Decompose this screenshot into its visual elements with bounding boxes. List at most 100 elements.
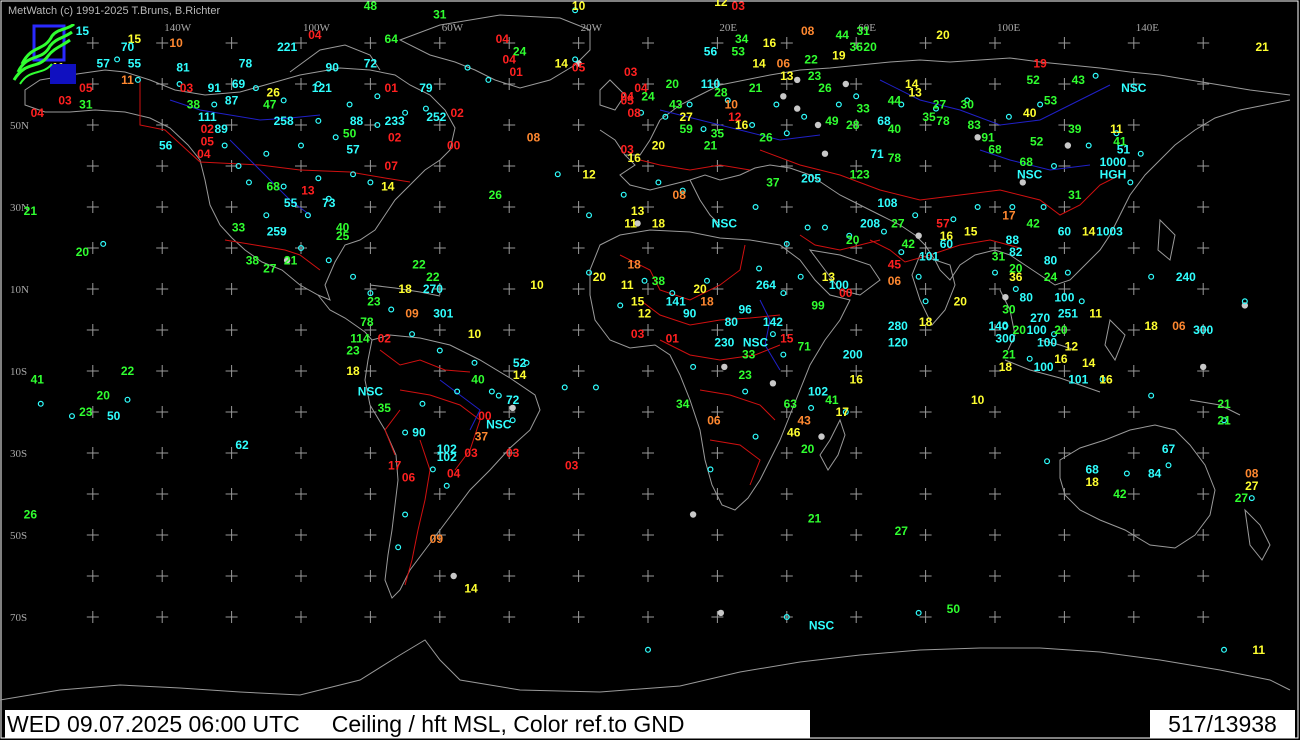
- station-marker: [450, 572, 457, 580]
- ceiling-value: 15: [780, 331, 794, 345]
- ceiling-value: 03: [180, 81, 194, 95]
- ceiling-value: 23: [738, 368, 752, 382]
- ceiling-value: 04: [496, 32, 510, 46]
- ceiling-value: 27: [263, 262, 277, 276]
- ceiling-value: 27: [895, 524, 909, 538]
- ceiling-value: 70: [121, 40, 135, 54]
- ceiling-value: 50: [947, 602, 961, 616]
- ceiling-value: 19: [832, 48, 846, 62]
- ceiling-value: 81: [176, 61, 190, 75]
- map-canvas: 140W 100W 60W 20W 20E 60E 100E 140E 50N30N10N10…: [0, 0, 1300, 740]
- ceiling-value: 87: [225, 94, 239, 108]
- ceiling-value: 31: [856, 24, 870, 38]
- ceiling-value: 80: [1020, 290, 1034, 304]
- ceiling-value: 20: [954, 294, 968, 308]
- ceiling-value: 221: [277, 40, 297, 54]
- ceiling-value: 14: [1082, 225, 1096, 239]
- ceiling-value: 37: [766, 176, 780, 190]
- ceiling-value: 03: [565, 458, 579, 472]
- ceiling-value: 11: [121, 73, 134, 87]
- ceiling-value: 280: [888, 319, 908, 333]
- ceiling-value: 27: [1235, 491, 1249, 505]
- ceiling-value: 14: [555, 57, 569, 71]
- ceiling-value: 16: [735, 118, 749, 132]
- ceiling-value: 101: [1068, 372, 1088, 386]
- ceiling-value: 1003: [1096, 225, 1123, 239]
- ceiling-value: 20: [666, 77, 680, 91]
- ceiling-value: 10: [971, 393, 985, 407]
- station-marker: [814, 121, 822, 129]
- ceiling-value: 12: [582, 167, 596, 181]
- status-bar-left: WED 09.07.2025 06:00 UTC Ceiling / hft M…: [5, 710, 810, 738]
- ceiling-value: 251: [1058, 307, 1078, 321]
- ceiling-value: 16: [1099, 372, 1113, 386]
- ceiling-value: 03: [732, 0, 746, 13]
- longitude-label: 100E: [997, 22, 1021, 34]
- ceiling-value: 36: [1009, 270, 1023, 284]
- ceiling-value: NSC: [809, 618, 835, 632]
- ceiling-value: 04: [197, 147, 211, 161]
- ceiling-value: 121: [312, 81, 332, 95]
- station-marker: [769, 380, 777, 387]
- ceiling-value: 230: [714, 335, 734, 349]
- ceiling-value: 30: [1002, 303, 1016, 317]
- latitude-label: 10S: [10, 366, 27, 378]
- ceiling-value: 101: [919, 249, 939, 263]
- ceiling-value: 33: [856, 102, 870, 116]
- ceiling-value: 33: [742, 348, 756, 362]
- ceiling-value: 40: [1023, 106, 1037, 120]
- ceiling-value: 56: [704, 44, 718, 58]
- longitude-label: 60W: [442, 22, 464, 34]
- ceiling-value: 20: [863, 40, 877, 54]
- station-marker: [794, 76, 801, 84]
- ceiling-value: 258: [274, 114, 294, 128]
- ceiling-value: 18: [1144, 319, 1158, 333]
- longitude-label: 20W: [581, 22, 603, 34]
- ceiling-value: 18: [627, 258, 641, 272]
- ceiling-value: 39: [1068, 122, 1082, 136]
- ceiling-value: 240: [1176, 270, 1196, 284]
- ceiling-value: 11: [1089, 307, 1102, 321]
- ceiling-value: 42: [902, 237, 916, 251]
- ceiling-value: 68: [988, 143, 1002, 157]
- latitude-label: 70S: [10, 612, 27, 624]
- longitude-label: 140E: [1136, 22, 1160, 34]
- ceiling-value: 10: [169, 36, 183, 50]
- ceiling-value: NSC: [1121, 81, 1147, 95]
- ceiling-value: 31: [992, 249, 1006, 263]
- ceiling-value: 100: [829, 278, 849, 292]
- ceiling-value: 10: [468, 327, 482, 341]
- ceiling-value: 12: [638, 307, 652, 321]
- ceiling-value: 90: [412, 426, 426, 440]
- ceiling-value: 100: [1054, 290, 1074, 304]
- ceiling-value: 45: [888, 258, 902, 272]
- ceiling-value: 00: [447, 139, 461, 153]
- station-marker: [915, 232, 922, 239]
- ceiling-value: NSC: [358, 385, 384, 399]
- ceiling-value: 68: [267, 180, 281, 194]
- station-marker: [974, 134, 981, 141]
- ceiling-value: 04: [621, 89, 635, 103]
- ceiling-value: 67: [1162, 442, 1176, 456]
- ceiling-value: 71: [797, 340, 811, 354]
- ceiling-value: 21: [704, 139, 718, 153]
- ceiling-value: 41: [31, 372, 45, 386]
- longitude-label: 140W: [164, 22, 192, 34]
- ceiling-value: 300: [1193, 323, 1213, 337]
- station-marker: [1200, 363, 1207, 371]
- ceiling-value: 21: [1217, 397, 1231, 411]
- ceiling-value: 84: [1148, 467, 1162, 481]
- ceiling-value: 69: [232, 77, 246, 91]
- ceiling-value: 25: [336, 229, 350, 243]
- ceiling-value: 20: [936, 28, 950, 42]
- ceiling-value: 264: [756, 278, 776, 292]
- ceiling-value: 06: [1172, 319, 1186, 333]
- ceiling-value: 09: [405, 307, 419, 321]
- station-marker: [1002, 294, 1009, 301]
- ceiling-value: 22: [121, 364, 135, 378]
- ceiling-value: 53: [1044, 94, 1058, 108]
- ceiling-value: 14: [752, 57, 766, 71]
- ceiling-value: 80: [1044, 253, 1058, 267]
- station-marker: [1064, 142, 1072, 149]
- ceiling-value: 11: [621, 278, 634, 292]
